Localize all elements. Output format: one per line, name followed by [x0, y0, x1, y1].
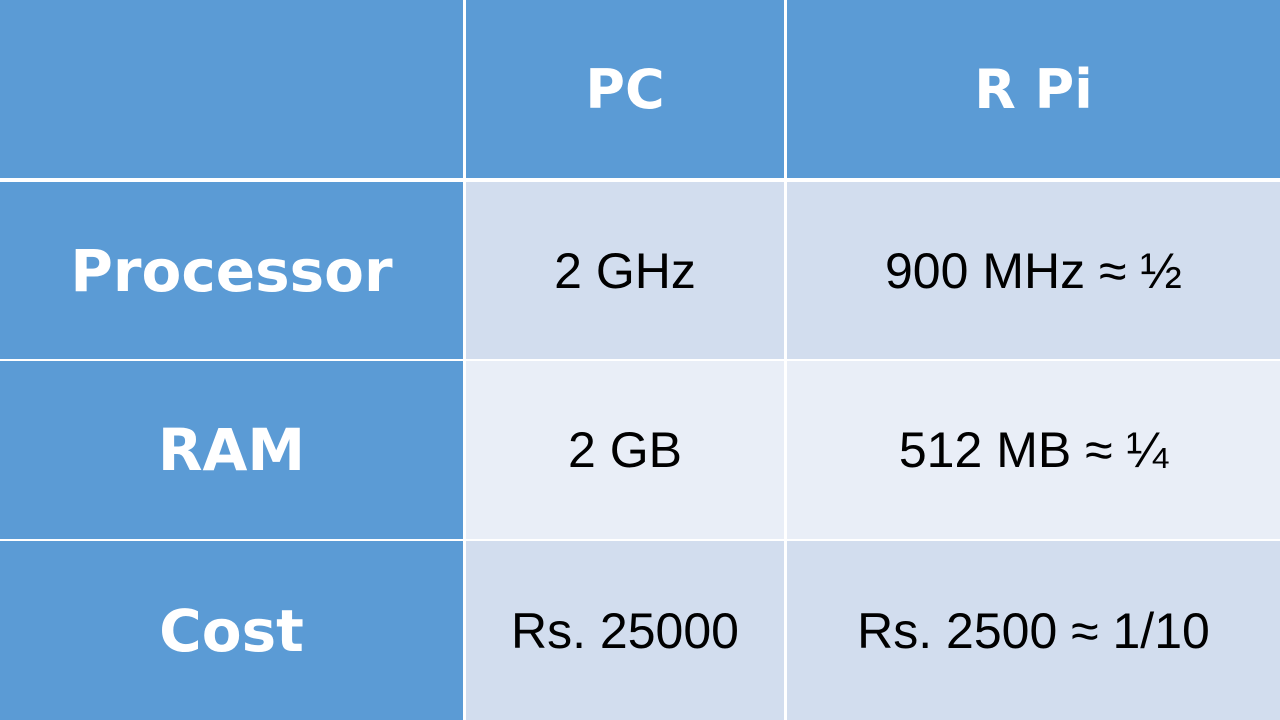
cell-ram-rpi: 512 MB ≈ ¼: [787, 361, 1280, 539]
column-header-pc: PC: [466, 0, 784, 178]
column-header-rpi: R Pi: [787, 0, 1280, 178]
cell-processor-pc: 2 GHz: [466, 182, 784, 359]
cell-cost-rpi: Rs. 2500 ≈ 1/10: [787, 541, 1280, 720]
header-corner-cell: [0, 0, 463, 178]
cell-processor-rpi: 900 MHz ≈ ½: [787, 182, 1280, 359]
cell-ram-pc: 2 GB: [466, 361, 784, 539]
row-header-processor: Processor: [0, 182, 463, 359]
row-header-ram: RAM: [0, 361, 463, 539]
cell-cost-pc: Rs. 25000: [466, 541, 784, 720]
row-header-cost: Cost: [0, 541, 463, 720]
comparison-slide: PC R Pi Processor 2 GHz 900 MHz ≈ ½ RAM …: [0, 0, 1280, 720]
